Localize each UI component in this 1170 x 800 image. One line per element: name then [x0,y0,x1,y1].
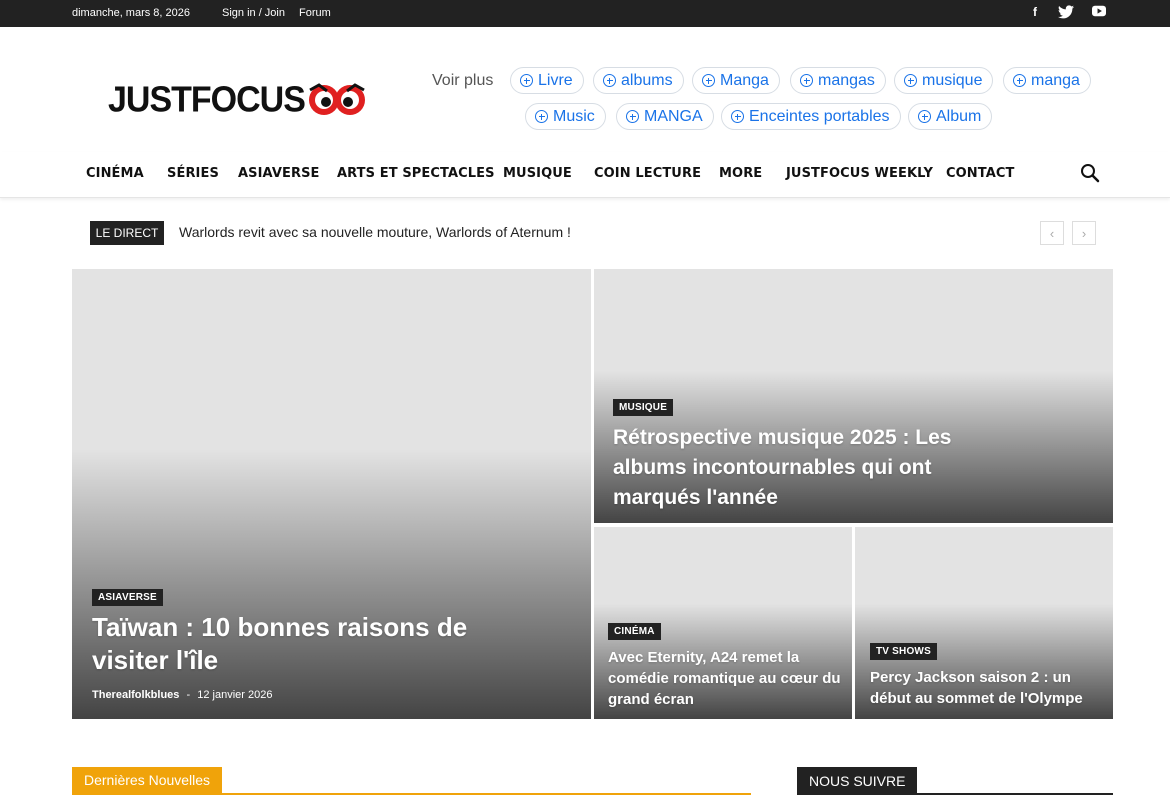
top-bar: dimanche, mars 8, 2026 Sign in / Join Fo… [0,0,1170,27]
hero-article-bottom-right[interactable]: TV SHOWS Percy Jackson saison 2 : un déb… [855,527,1113,719]
article-title[interactable]: Percy Jackson saison 2 : un début au som… [870,667,1095,709]
voir-plus-label: Voir plus [432,72,494,89]
youtube-icon[interactable] [1090,5,1108,23]
category-badge[interactable]: ASIAVERSE [92,589,163,606]
category-badge[interactable]: TV SHOWS [870,643,937,660]
plus-circle-icon [1013,74,1026,87]
section-title-latest-news: Dernières Nouvelles [72,767,223,793]
nav-item-coin-lecture[interactable]: COIN LECTURE [594,166,701,181]
hero-article-bottom-left[interactable]: CINÉMA Avec Eternity, A24 remet la coméd… [594,527,852,719]
tag-music[interactable]: Music [525,103,606,130]
category-badge[interactable]: MUSIQUE [613,399,674,416]
tag-manga-upper[interactable]: MANGA [616,103,714,130]
nav-item-contact[interactable]: CONTACT [946,166,1015,181]
plus-circle-icon [904,74,917,87]
plus-circle-icon [731,110,744,123]
plus-circle-icon [626,110,639,123]
logo-eyes-icon [308,83,365,115]
nav-item-cinema[interactable]: CINÉMA [86,166,144,181]
main-nav: CINÉMA SÉRIES ASIAVERSE ARTS ET SPECTACL… [0,152,1170,198]
meta-separator: - [186,689,191,701]
nav-item-musique[interactable]: MUSIQUE [503,166,572,181]
plus-circle-icon [535,110,548,123]
tag-mangas[interactable]: mangas [790,67,886,94]
tag-albums[interactable]: albums [593,67,684,94]
category-badge[interactable]: CINÉMA [608,623,661,640]
article-meta: Therealfolkblues - 12 janvier 2026 [92,689,272,701]
tag-album[interactable]: Album [908,103,993,130]
plus-circle-icon [603,74,616,87]
tag-manga-lower[interactable]: manga [1003,67,1091,94]
nav-item-series[interactable]: SÉRIES [167,166,219,181]
nav-item-arts-et-spectacles[interactable]: ARTS ET SPECTACLES [337,166,495,181]
site-logo[interactable]: JUSTFOCUS [108,80,367,120]
plus-circle-icon [702,74,715,87]
plus-circle-icon [918,110,931,123]
search-icon[interactable] [1080,163,1100,183]
section-divider [72,793,751,795]
section-title-follow-us: NOUS SUIVRE [797,767,918,795]
hero-main-article[interactable]: ASIAVERSE Taïwan : 10 bonnes raisons de … [72,269,591,719]
article-title[interactable]: Rétrospective musique 2025 : Les albums … [613,423,1013,513]
tag-manga[interactable]: Manga [692,67,780,94]
twitter-icon[interactable] [1057,5,1075,23]
tag-musique[interactable]: musique [894,67,994,94]
nav-item-more[interactable]: MORE [719,166,762,181]
sign-in-link[interactable]: Sign in / Join [222,7,285,19]
section-divider [797,793,1113,795]
plus-circle-icon [520,74,533,87]
forum-link[interactable]: Forum [299,7,331,19]
ticker-headline[interactable]: Warlords revit avec sa nouvelle mouture,… [179,224,571,240]
ticker-prev-button[interactable]: ‹ [1040,221,1064,245]
article-date: 12 janvier 2026 [197,689,273,701]
article-author[interactable]: Therealfolkblues [92,689,179,701]
current-date: dimanche, mars 8, 2026 [72,7,191,19]
ticker-label: LE DIRECT [90,221,164,245]
article-title[interactable]: Taïwan : 10 bonnes raisons de visiter l'… [92,611,492,677]
plus-circle-icon [800,74,813,87]
hero-article-top-right[interactable]: MUSIQUE Rétrospective musique 2025 : Les… [594,269,1113,523]
article-title[interactable]: Avec Eternity, A24 remet la comédie roma… [608,647,843,710]
tag-livre[interactable]: Livre [510,67,584,94]
ticker-next-button[interactable]: › [1072,221,1096,245]
tag-enceintes-portables[interactable]: Enceintes portables [721,103,901,130]
facebook-icon[interactable]: f [1026,5,1044,23]
logo-wordmark: JUSTFOCUS [108,79,306,120]
nav-item-justfocus-weekly[interactable]: JUSTFOCUS WEEKLY [786,166,933,181]
nav-item-asiaverse[interactable]: ASIAVERSE [238,166,320,181]
